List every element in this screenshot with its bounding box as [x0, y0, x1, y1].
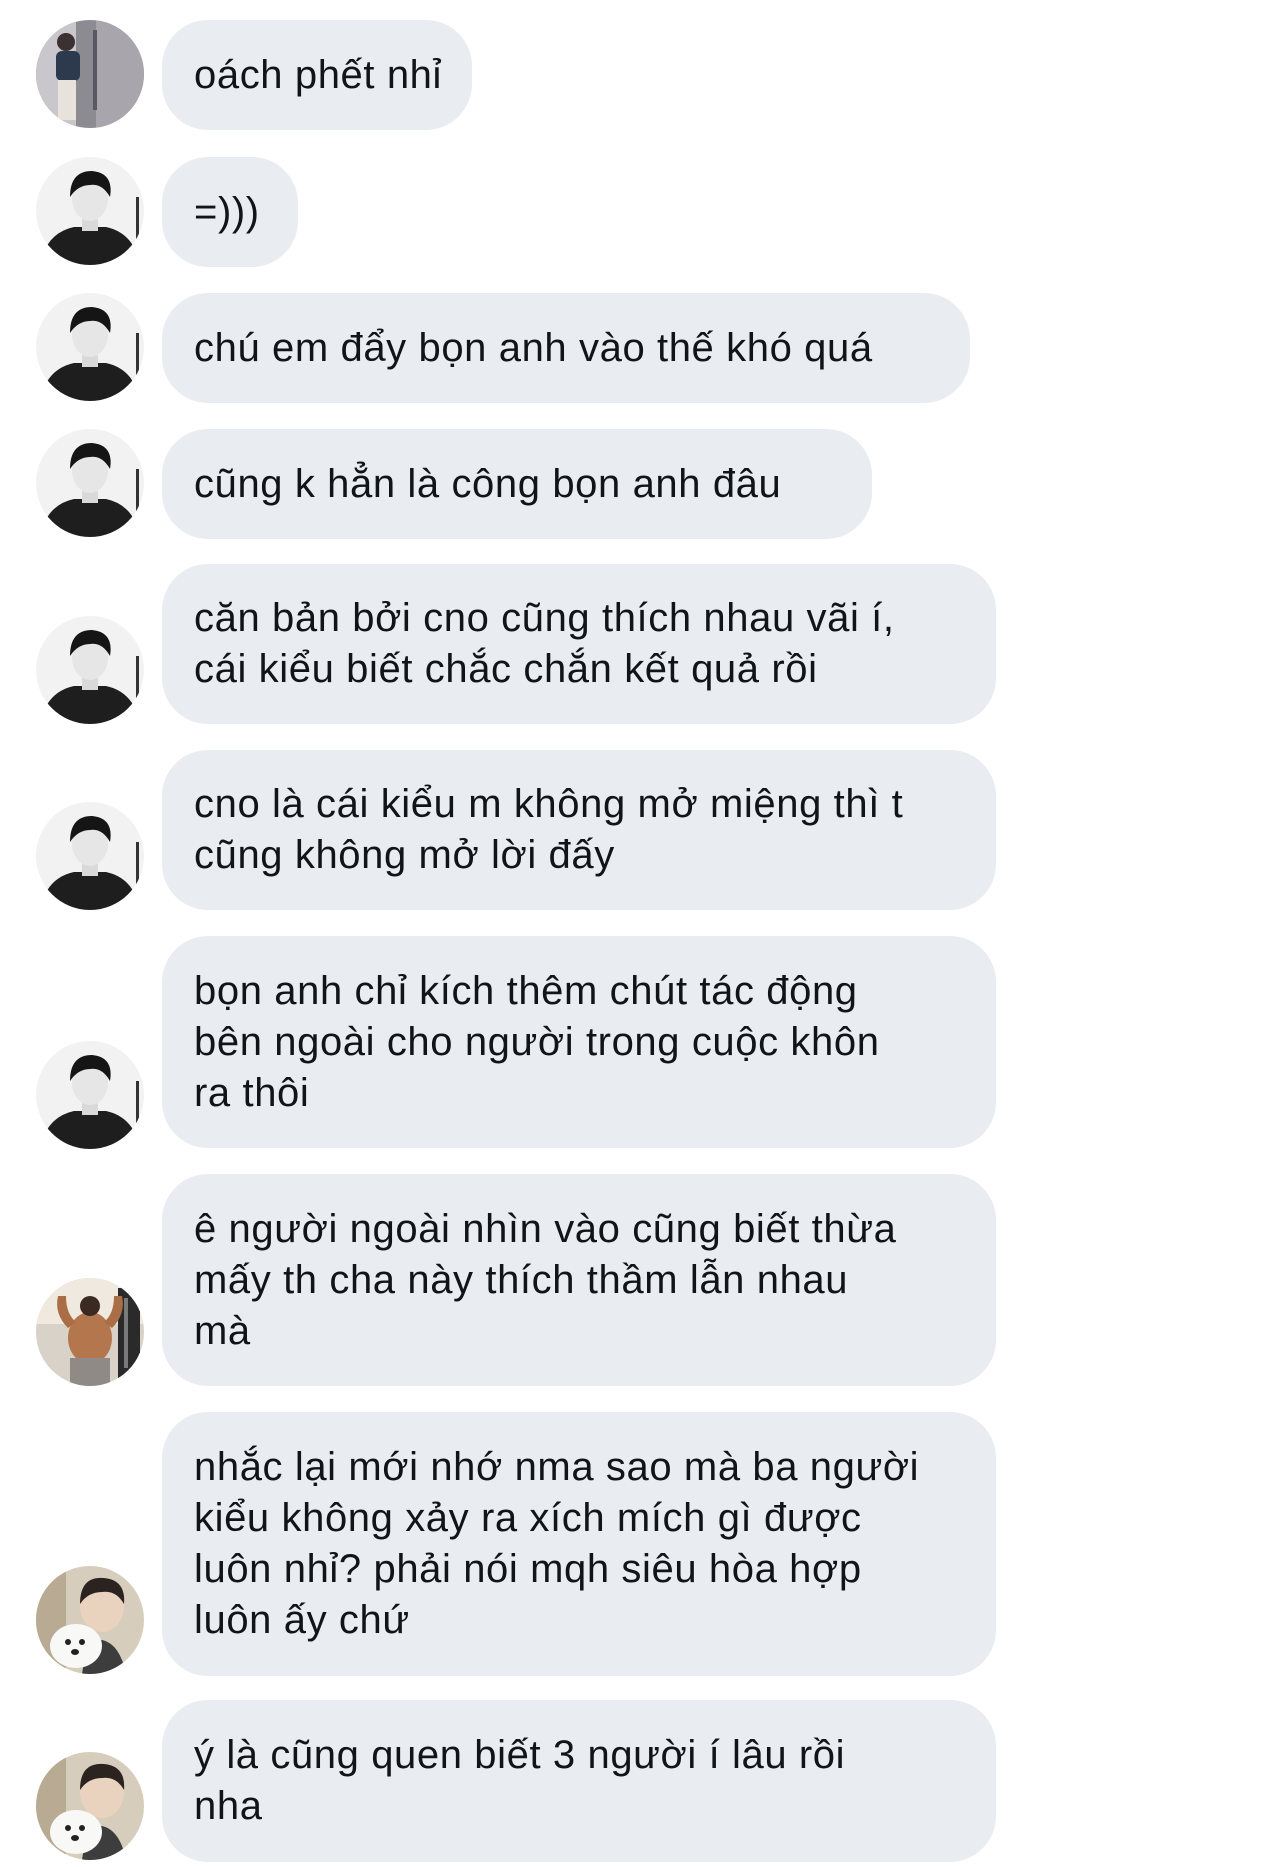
avatar-boy-portrait-icon[interactable] [36, 616, 144, 724]
message-bubble[interactable]: chú em đẩy bọn anh vào thế khó quá [162, 293, 970, 403]
avatar-boy-portrait-icon[interactable] [36, 157, 144, 265]
message-text: cũng k hẳn là công bọn anh đâu [194, 461, 782, 506]
avatar-gym-man-icon[interactable] [36, 1278, 144, 1386]
message-text: oách phết nhỉ [194, 52, 442, 97]
message-text: ý là cũng quen biết 3 người í lâu rồi nh… [194, 1733, 846, 1828]
message-text: chú em đẩy bọn anh vào thế khó quá [194, 325, 873, 370]
message-bubble[interactable]: cno là cái kiểu m không mở miệng thì t c… [162, 750, 996, 910]
message-bubble[interactable]: nhắc lại mới nhớ nma sao mà ba người kiể… [162, 1412, 996, 1676]
avatar-boy-portrait-icon[interactable] [36, 429, 144, 537]
message-text: ê người ngoài nhìn vào cũng biết thừa mấ… [194, 1206, 897, 1353]
avatar-boy-portrait-icon[interactable] [36, 293, 144, 401]
avatar-boy-with-dog-icon[interactable] [36, 1752, 144, 1860]
message-bubble[interactable]: =))) [162, 157, 298, 267]
message-text: cno là cái kiểu m không mở miệng thì t c… [194, 782, 904, 877]
message-text: nhắc lại mới nhớ nma sao mà ba người kiể… [194, 1445, 920, 1642]
message-bubble[interactable]: oách phết nhỉ [162, 20, 472, 130]
avatar-boy-with-dog-icon[interactable] [36, 1566, 144, 1674]
avatar-boy-portrait-icon[interactable] [36, 1041, 144, 1149]
avatar-man-door-icon[interactable] [36, 20, 144, 128]
message-bubble[interactable]: ê người ngoài nhìn vào cũng biết thừa mấ… [162, 1174, 996, 1386]
message-bubble[interactable]: bọn anh chỉ kích thêm chút tác động bên … [162, 936, 996, 1148]
message-text: bọn anh chỉ kích thêm chút tác động bên … [194, 968, 880, 1115]
message-text: căn bản bởi cno cũng thích nhau vãi í, c… [194, 596, 895, 691]
message-text: =))) [194, 189, 260, 234]
avatar-boy-portrait-icon[interactable] [36, 802, 144, 910]
message-bubble[interactable]: căn bản bởi cno cũng thích nhau vãi í, c… [162, 564, 996, 724]
message-bubble[interactable]: ý là cũng quen biết 3 người í lâu rồi nh… [162, 1700, 996, 1862]
message-bubble[interactable]: cũng k hẳn là công bọn anh đâu [162, 429, 872, 539]
